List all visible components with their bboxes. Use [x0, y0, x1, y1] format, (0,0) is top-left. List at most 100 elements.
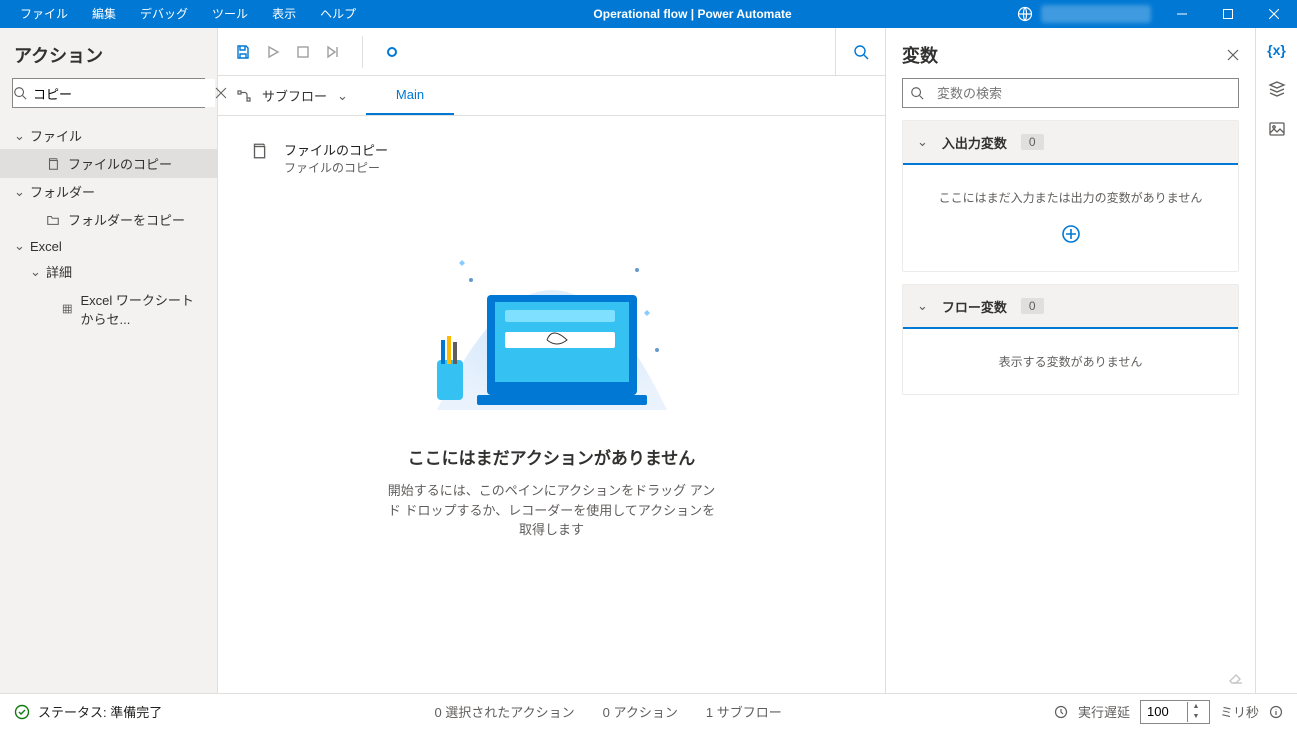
- clock-icon: [1054, 705, 1068, 719]
- canvas-search-button[interactable]: [835, 28, 885, 75]
- spin-up[interactable]: ▲: [1188, 702, 1204, 712]
- main-menu: ファイル 編集 デバッグ ツール 表示 ヘルプ: [0, 0, 368, 28]
- window-title: Operational flow | Power Automate: [368, 7, 1017, 21]
- subflow-bar: サブフロー ⌄ Main: [218, 76, 885, 116]
- add-io-variable-button[interactable]: [1061, 224, 1081, 244]
- chevron-down-icon: ⌄: [14, 238, 24, 254]
- chevron-down-icon: ⌄: [917, 134, 928, 150]
- empty-illustration: [407, 210, 697, 430]
- menu-tools[interactable]: ツール: [200, 0, 260, 28]
- empty-subtitle: 開始するには、このペインにアクションをドラッグ アンド ドロップするか、レコーダ…: [387, 481, 717, 540]
- subflow-dropdown[interactable]: サブフロー ⌄: [218, 76, 366, 115]
- flow-variables-title: フロー変数: [942, 297, 1007, 316]
- variables-rail-button[interactable]: {x}: [1267, 42, 1286, 58]
- card-subtitle: ファイルのコピー: [284, 159, 388, 176]
- empty-title: ここにはまだアクションがありません: [408, 444, 696, 469]
- menu-help[interactable]: ヘルプ: [308, 0, 368, 28]
- status-ok-icon: [14, 704, 30, 720]
- subflow-label: サブフロー: [262, 86, 327, 105]
- titlebar: ファイル 編集 デバッグ ツール 表示 ヘルプ Operational flow…: [0, 0, 1297, 28]
- actions-tree: ⌄ ファイル ファイルのコピー ⌄フォルダー フォルダーをコピー ⌄ Excel ⌄…: [0, 116, 217, 333]
- menu-debug[interactable]: デバッグ: [128, 0, 200, 28]
- recorder-button[interactable]: [377, 37, 407, 67]
- group-excel-label: Excel: [30, 239, 62, 254]
- card-title: ファイルのコピー: [284, 140, 388, 159]
- search-icon: [903, 86, 931, 100]
- action-excel-cells-label: Excel ワークシートからセ...: [81, 290, 204, 328]
- chevron-down-icon: ⌄: [14, 128, 24, 144]
- group-detail[interactable]: ⌄ 詳細: [0, 258, 217, 285]
- io-variables-header[interactable]: ⌄ 入出力変数 0: [903, 121, 1238, 165]
- io-variables-count: 0: [1021, 134, 1044, 150]
- status-text: ステータス: 準備完了: [38, 702, 162, 721]
- delay-input[interactable]: [1141, 701, 1187, 723]
- stop-button[interactable]: [288, 37, 318, 67]
- actions-title: アクション: [0, 28, 217, 78]
- chevron-down-icon: ⌄: [337, 88, 348, 104]
- group-folder[interactable]: ⌄フォルダー: [0, 178, 217, 205]
- action-excel-cells[interactable]: Excel ワークシートからセ...: [0, 285, 217, 333]
- eraser-icon[interactable]: [1227, 669, 1243, 685]
- copy-file-icon: [250, 142, 270, 162]
- status-selected: 0 選択されたアクション: [434, 702, 574, 721]
- io-variables-empty: ここにはまだ入力または出力の変数がありません: [919, 189, 1222, 206]
- minimize-button[interactable]: [1159, 0, 1205, 28]
- record-icon: [387, 47, 397, 57]
- flow-variables-count: 0: [1021, 298, 1044, 314]
- toolbar: [218, 28, 885, 76]
- step-button[interactable]: [318, 37, 348, 67]
- maximize-button[interactable]: [1205, 0, 1251, 28]
- action-file-copy[interactable]: ファイルのコピー: [0, 149, 217, 178]
- window-controls: [1017, 0, 1297, 28]
- variables-title: 変数: [902, 42, 1227, 68]
- action-folder-copy[interactable]: フォルダーをコピー: [0, 205, 217, 234]
- close-button[interactable]: [1251, 0, 1297, 28]
- subflow-icon: [236, 88, 252, 104]
- group-file[interactable]: ⌄ ファイル: [0, 122, 217, 149]
- right-rail: {x}: [1255, 28, 1297, 693]
- actions-search[interactable]: [12, 78, 205, 108]
- statusbar: ステータス: 準備完了 0 選択されたアクション 0 アクション 1 サブフロー…: [0, 693, 1297, 729]
- layers-icon[interactable]: [1268, 80, 1286, 98]
- spin-down[interactable]: ▼: [1188, 712, 1204, 722]
- close-pane-button[interactable]: [1227, 49, 1239, 61]
- variables-search[interactable]: [902, 78, 1239, 108]
- io-variables-title: 入出力変数: [942, 133, 1007, 152]
- delay-spinner[interactable]: ▲▼: [1140, 700, 1210, 724]
- variables-pane: 変数 ⌄ 入出力変数 0 ここにはまだ入力または出力の変数がありません ⌄ フ: [885, 28, 1255, 693]
- actions-search-input[interactable]: [27, 79, 215, 107]
- menu-view[interactable]: 表示: [260, 0, 308, 28]
- status-subflows: 1 サブフロー: [706, 702, 782, 721]
- status-delay-label: 実行遅延: [1078, 702, 1130, 721]
- info-icon[interactable]: [1269, 705, 1283, 719]
- globe-icon[interactable]: [1017, 6, 1033, 22]
- action-folder-copy-label: フォルダーをコピー: [68, 210, 185, 229]
- search-icon: [13, 86, 27, 100]
- group-file-label: ファイル: [30, 126, 82, 145]
- chevron-down-icon: ⌄: [917, 298, 928, 314]
- variables-search-input[interactable]: [931, 79, 1238, 107]
- chevron-down-icon: ⌄: [30, 264, 40, 280]
- flow-variables-section: ⌄ フロー変数 0 表示する変数がありません: [902, 284, 1239, 395]
- actions-pane: アクション ⌄ ファイル ファイルのコピー ⌄フォルダー フォルダーをコピー ⌄ E…: [0, 28, 218, 693]
- chevron-down-icon: ⌄: [14, 184, 24, 200]
- tab-main[interactable]: Main: [366, 76, 454, 115]
- status-actions: 0 アクション: [603, 702, 678, 721]
- designer-canvas[interactable]: ファイルのコピー ファイルのコピー: [218, 116, 885, 693]
- io-variables-section: ⌄ 入出力変数 0 ここにはまだ入力または出力の変数がありません: [902, 120, 1239, 272]
- flow-variables-empty: 表示する変数がありません: [919, 353, 1222, 370]
- empty-state: ここにはまだアクションがありません 開始するには、このペインにアクションをドラッ…: [246, 210, 857, 540]
- designer-area: サブフロー ⌄ Main ファイルのコピー ファイルのコピー: [218, 28, 885, 693]
- save-button[interactable]: [228, 37, 258, 67]
- menu-edit[interactable]: 編集: [80, 0, 128, 28]
- drag-preview-card: ファイルのコピー ファイルのコピー: [246, 136, 857, 180]
- group-detail-label: 詳細: [46, 262, 72, 281]
- run-button[interactable]: [258, 37, 288, 67]
- group-excel[interactable]: ⌄ Excel: [0, 234, 217, 258]
- image-icon[interactable]: [1268, 120, 1286, 138]
- menu-file[interactable]: ファイル: [8, 0, 80, 28]
- flow-variables-header[interactable]: ⌄ フロー変数 0: [903, 285, 1238, 329]
- action-file-copy-label: ファイルのコピー: [68, 154, 172, 173]
- status-ms: ミリ秒: [1220, 702, 1259, 721]
- user-account[interactable]: [1041, 5, 1151, 23]
